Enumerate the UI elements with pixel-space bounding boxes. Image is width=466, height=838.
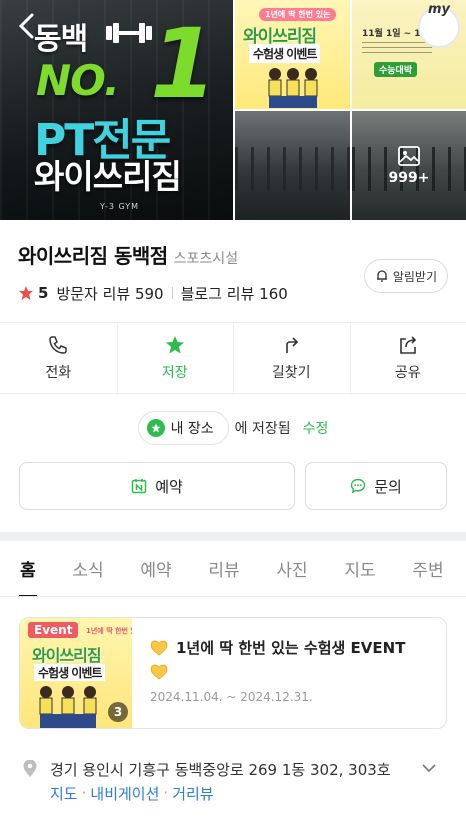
tab-map[interactable]: 지도 <box>326 541 394 596</box>
event-thumb-mini: 1년에 딱 한번 있는 <box>86 627 132 635</box>
chat-icon <box>350 478 366 494</box>
poster2-date: 11월 1일 ~ 1 <box>362 29 421 39</box>
call-button[interactable]: 전화 <box>0 323 117 393</box>
street-view-link[interactable]: 거리뷰 <box>172 783 213 804</box>
poster2-text-lines <box>362 42 432 56</box>
booking-row: 예약 문의 <box>0 462 466 510</box>
hero-no-text: NO. <box>36 56 120 105</box>
share-icon <box>399 336 416 354</box>
event-date: 2024.11.04. ~ 2024.12.31. <box>150 690 313 704</box>
tab-photos[interactable]: 사진 <box>258 541 326 596</box>
rating-score: 5 <box>38 284 49 302</box>
place-name: 와이쓰리짐 동백점 <box>18 244 168 268</box>
event-body: 1년에 딱 한번 있는 수험생 EVENT 2024.11.04. ~ 2024… <box>132 618 423 728</box>
tab-home[interactable]: 홈 <box>2 541 54 596</box>
save-label: 저장 <box>161 365 188 381</box>
tab-nearby[interactable]: 주변 <box>394 541 462 596</box>
photo-gym-interior[interactable] <box>235 111 350 220</box>
poster-subtitle: 수험생 이벤트 <box>249 44 321 63</box>
share-button[interactable]: 공유 <box>349 323 466 395</box>
blog-reviews-link[interactable]: 블로그 리뷰 160 <box>181 283 288 304</box>
action-bar: 전화 저장 길찾기 공유 <box>0 322 466 395</box>
directions-label: 길찾기 <box>271 365 311 381</box>
notify-button[interactable]: 알림받기 <box>363 259 448 293</box>
yellow-heart-icon <box>150 640 168 656</box>
my-badge-text: my <box>427 2 450 17</box>
event-title: 1년에 딱 한번 있는 수험생 EVENT <box>176 639 406 657</box>
address-row[interactable]: 경기 용인시 기흥구 동백중앙로 269 1동 302, 303호 <box>22 757 444 781</box>
students-illustration-icon <box>268 68 318 108</box>
tab-booking[interactable]: 예약 <box>122 541 190 596</box>
address-section: 경기 용인시 기흥구 동백중앙로 269 1동 302, 303호 지도 · 내… <box>0 757 466 805</box>
section-divider <box>0 532 466 541</box>
notify-label: 알림받기 <box>392 269 437 284</box>
event-thumb-title: 와이쓰리짐 <box>32 646 102 665</box>
phone-icon <box>49 336 67 354</box>
poster-pill: 1년에 딱 한번 있는 <box>259 8 337 21</box>
photo-event-poster[interactable]: 1년에 딱 한번 있는 와이쓰리짐 수험생 이벤트 <box>235 0 350 109</box>
photo-gallery: 동백 NO. 1 PT전문 와이쓰리짐 Y-3 GYM 1년에 딱 한번 있는 … <box>0 0 466 220</box>
bell-plus-icon <box>376 270 387 282</box>
photo-grid: 1년에 딱 한번 있는 와이쓰리짐 수험생 이벤트 11월 1일 ~ 1 수능대… <box>235 0 466 220</box>
edit-link[interactable]: 수정 <box>303 418 329 438</box>
hero-top-title: 동백 <box>34 22 88 57</box>
event-tag: Event <box>28 622 79 638</box>
dumbbell-icon <box>106 23 152 43</box>
event-card[interactable]: Event 1년에 딱 한번 있는 와이쓰리짐 수험생 이벤트 3 1년에 딱 … <box>19 617 447 729</box>
place-info: 와이쓰리짐 동백점 스포츠시설 알림받기 5 방문자 리뷰 590 블로그 리뷰… <box>0 240 466 308</box>
saved-status-row: 내 장소 에 저장됨 수정 <box>0 394 466 462</box>
inquiry-button[interactable]: 문의 <box>305 462 447 510</box>
event-thumb-subtitle: 수험생 이벤트 <box>34 664 106 681</box>
link-separator: · <box>81 784 87 802</box>
map-link[interactable]: 지도 <box>50 783 78 804</box>
saved-star-icon <box>146 419 165 437</box>
hero-gym-name: 와이쓰리짐 <box>34 157 182 196</box>
place-category: 스포츠시설 <box>173 251 239 267</box>
tab-bar: 홈 소식 예약 리뷰 사진 지도 주변 <box>0 541 466 597</box>
directions-button[interactable]: 길찾기 <box>233 323 350 395</box>
address-text: 경기 용인시 기흥구 동백중앙로 269 1동 302, 303호 <box>50 760 391 779</box>
tab-reviews[interactable]: 리뷰 <box>190 541 258 596</box>
poster2-badge: 수능대박 <box>374 62 418 77</box>
tab-news[interactable]: 소식 <box>54 541 122 596</box>
more-photos-count: 999+ <box>388 169 430 186</box>
divider <box>171 287 173 299</box>
more-photos-overlay: 999+ <box>352 111 466 220</box>
chevron-down-icon[interactable] <box>422 763 436 773</box>
location-pin-icon <box>23 760 37 777</box>
link-separator: · <box>163 784 169 802</box>
image-icon <box>398 145 420 166</box>
calendar-icon <box>131 479 147 494</box>
hero-brand: Y-3 GYM <box>100 202 140 211</box>
call-label: 전화 <box>45 365 72 381</box>
event-image-count: 3 <box>108 702 128 722</box>
yellow-heart-icon <box>150 664 168 680</box>
star-icon <box>165 336 184 354</box>
students-illustration-icon <box>39 686 97 728</box>
share-label: 공유 <box>394 365 421 381</box>
reserve-label: 예약 <box>155 477 183 496</box>
inquiry-label: 문의 <box>374 477 402 496</box>
main-photo[interactable]: 동백 NO. 1 PT전문 와이쓰리짐 Y-3 GYM <box>0 0 233 220</box>
my-place-label: 내 장소 <box>170 421 214 437</box>
my-place-chip[interactable]: 내 장소 <box>137 411 229 445</box>
star-icon <box>19 286 33 300</box>
directions-icon <box>286 337 299 353</box>
photo-event-poster-2[interactable]: 11월 1일 ~ 1 수능대박 my <box>352 0 466 109</box>
reserve-button[interactable]: 예약 <box>19 462 295 510</box>
navigation-link[interactable]: 내비게이션 <box>90 783 159 804</box>
hero-number-one: 1 <box>150 8 217 120</box>
photo-more[interactable]: 999+ <box>352 111 466 220</box>
event-title-row: 1년에 딱 한번 있는 수험생 EVENT <box>150 636 405 684</box>
visitor-reviews-link[interactable]: 방문자 리뷰 590 <box>56 283 163 304</box>
save-button[interactable]: 저장 <box>116 323 234 395</box>
address-links: 지도 · 내비게이션 · 거리뷰 <box>50 781 444 805</box>
gym-equipment <box>235 147 350 191</box>
event-thumbnail: Event 1년에 딱 한번 있는 와이쓰리짐 수험생 이벤트 3 <box>20 618 132 728</box>
saved-text: 에 저장됨 <box>234 421 291 437</box>
